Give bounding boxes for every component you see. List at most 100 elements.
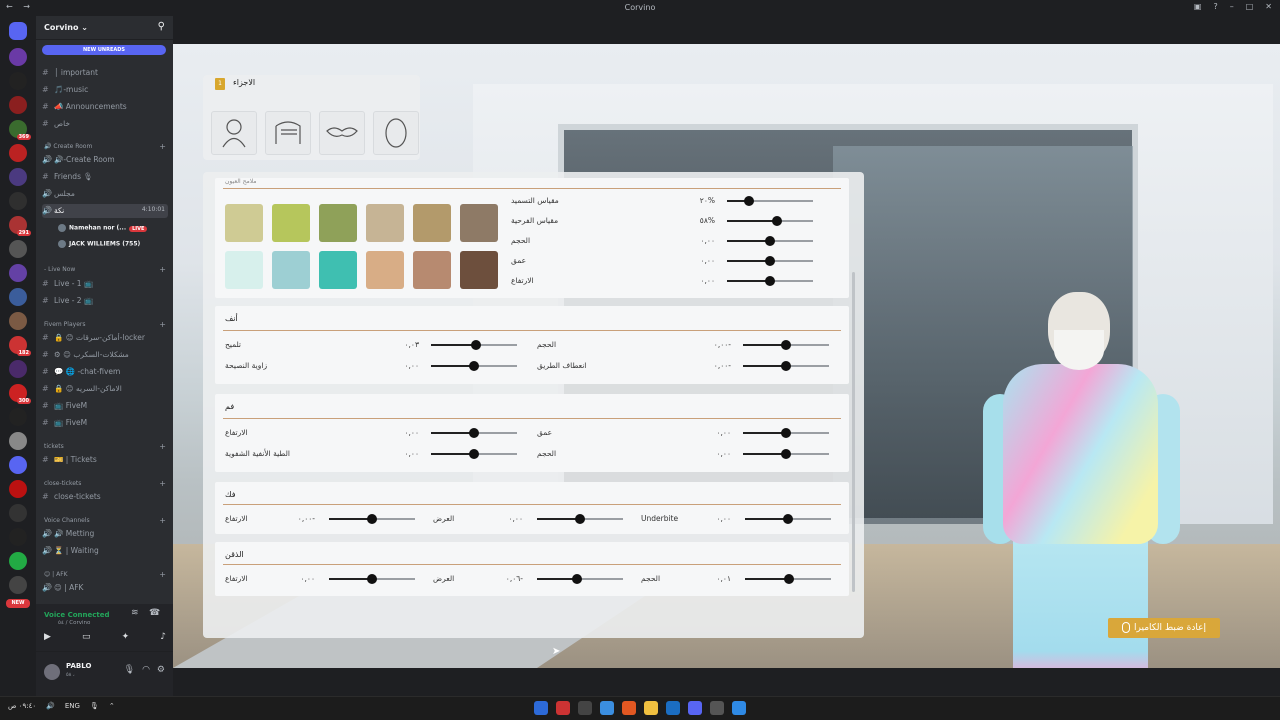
slider-knob[interactable] [575, 514, 585, 524]
channel-live-1[interactable]: # Live - 1 📺 [42, 279, 168, 293]
new-unreads-banner[interactable]: NEW UNREADS [42, 45, 166, 55]
category-fivem-players[interactable]: Fivem Players + [44, 320, 166, 329]
color-swatch[interactable] [413, 251, 451, 289]
slider-knob[interactable] [743, 196, 754, 206]
microphone-icon[interactable]: 🎙 [90, 702, 99, 710]
body-part-hair[interactable] [265, 111, 311, 155]
channel-close-tickets[interactable]: # close-tickets [42, 492, 168, 506]
clock[interactable]: ٠٩:٤٠ ص [8, 702, 36, 710]
slider-knob[interactable] [781, 449, 791, 459]
plus-icon[interactable]: + [159, 265, 166, 274]
color-swatch[interactable] [366, 251, 404, 289]
channel-metting[interactable]: 🔊 🔊 Metting [42, 529, 168, 543]
noise-suppression-icon[interactable]: ≋ [131, 608, 139, 618]
color-swatch[interactable] [366, 204, 404, 242]
color-swatch[interactable] [319, 204, 357, 242]
channel-selected[interactable]: 🔊 نكة 4:10:01 [42, 204, 168, 218]
channel-fivem[interactable]: # 📺 FiveM [42, 418, 168, 432]
eye-slider[interactable] [727, 256, 813, 266]
server-icon[interactable] [9, 576, 27, 594]
slider-knob[interactable] [783, 574, 794, 584]
channel-fivem[interactable]: # ⚙ 😊 مشكلات-السكرب [42, 350, 168, 364]
brave-icon[interactable] [622, 701, 636, 715]
server-icon[interactable] [9, 192, 27, 210]
body-part-head[interactable] [373, 111, 419, 155]
soundboard-icon[interactable]: ♪ [160, 632, 166, 642]
server-icon[interactable] [9, 504, 27, 522]
server-icon[interactable] [9, 480, 27, 498]
plus-icon[interactable]: + [159, 570, 166, 579]
category-afk[interactable]: 😊 | AFK + [44, 570, 166, 579]
feature-slider[interactable] [743, 340, 829, 350]
color-swatch[interactable] [272, 251, 310, 289]
eye-slider[interactable] [727, 276, 813, 286]
channel-create-room[interactable]: 🔊 🔊-Create Room [42, 155, 168, 169]
plus-icon[interactable]: + [159, 320, 166, 329]
server-icon[interactable] [9, 240, 27, 258]
slider-knob[interactable] [469, 361, 479, 371]
channel-friends[interactable]: # Friends 🎙 [42, 172, 168, 186]
slider-knob[interactable] [781, 361, 791, 371]
server-icon[interactable] [9, 360, 27, 378]
voice-user[interactable]: JACK WILLIEMS (755) [58, 240, 168, 248]
slider-knob[interactable] [765, 276, 775, 286]
screen-share-icon[interactable]: ▭ [82, 632, 91, 642]
color-swatch[interactable] [413, 204, 451, 242]
channel-fivem[interactable]: # 📺 FiveM [42, 401, 168, 415]
help-icon[interactable]: ? [1213, 2, 1217, 11]
feature-slider[interactable] [743, 428, 829, 438]
chrome-icon[interactable] [600, 701, 614, 715]
eye-slider[interactable] [727, 216, 813, 226]
minimize-icon[interactable]: – [1230, 2, 1234, 11]
game-stream-view[interactable]: إعادة ضبط الكاميرا 1 الاجزاء ملامح العيون [173, 44, 1280, 668]
color-swatch[interactable] [225, 251, 263, 289]
plus-icon[interactable]: + [159, 479, 166, 488]
color-swatch[interactable] [460, 251, 498, 289]
panel-scrollbar[interactable] [852, 272, 855, 592]
category-tickets[interactable]: tickets + [44, 442, 166, 451]
channel-afk[interactable]: 🔊 😊 | AFK [42, 583, 168, 597]
channel-private[interactable]: # خاص [42, 119, 168, 133]
channel-live-2[interactable]: # Live - 2 📺 [42, 296, 168, 310]
color-swatch[interactable] [272, 204, 310, 242]
slider-knob[interactable] [781, 428, 791, 438]
server-icon[interactable]: 300 [9, 384, 31, 404]
discord-icon[interactable] [688, 701, 702, 715]
app-icon[interactable] [578, 701, 592, 715]
feature-slider[interactable] [743, 449, 829, 459]
slider-knob[interactable] [470, 340, 481, 350]
slider-knob[interactable] [765, 256, 775, 266]
server-icon[interactable] [9, 168, 27, 186]
server-icon[interactable] [9, 432, 27, 450]
channel-fivem[interactable]: # 💬 🌐 -chat-fivem [42, 367, 168, 381]
volume-icon[interactable]: 🔊 [46, 702, 55, 710]
server-header[interactable]: Corvino ⌄ ⚲ [36, 16, 173, 40]
plus-icon[interactable]: + [159, 442, 166, 451]
feature-slider[interactable] [431, 449, 517, 459]
feature-slider[interactable] [745, 514, 831, 524]
body-part-beard[interactable] [319, 111, 365, 155]
microphone-icon[interactable]: 🎙 [124, 665, 135, 675]
slider-knob[interactable] [771, 216, 782, 226]
eye-slider[interactable] [727, 236, 813, 246]
add-member-icon[interactable]: ⚲ [158, 21, 165, 32]
eye-slider[interactable] [727, 196, 813, 206]
language-indicator[interactable]: ENG [65, 702, 80, 710]
server-icon[interactable] [9, 456, 27, 474]
server-icon[interactable] [9, 96, 27, 114]
feature-slider[interactable] [743, 361, 829, 371]
search-icon[interactable] [710, 701, 724, 715]
steam-icon[interactable] [666, 701, 680, 715]
slider-knob[interactable] [572, 574, 583, 584]
color-swatch[interactable] [460, 204, 498, 242]
channel-announcements[interactable]: # 📣 Announcements [42, 102, 168, 116]
discord-home-icon[interactable] [9, 22, 27, 40]
plus-icon[interactable]: + [159, 516, 166, 525]
close-icon[interactable]: ✕ [1265, 2, 1272, 11]
server-icon[interactable] [9, 288, 27, 306]
feature-slider[interactable] [537, 514, 623, 524]
channel-fivem[interactable]: # 🔒 😊 الاماكن-السريه [42, 384, 168, 398]
server-icon[interactable]: 291 [9, 216, 31, 236]
channel-fivem[interactable]: # 🔒 😊 أماكن-سرقات-locker [42, 333, 168, 347]
category-close-tickets[interactable]: close-tickets + [44, 479, 166, 488]
